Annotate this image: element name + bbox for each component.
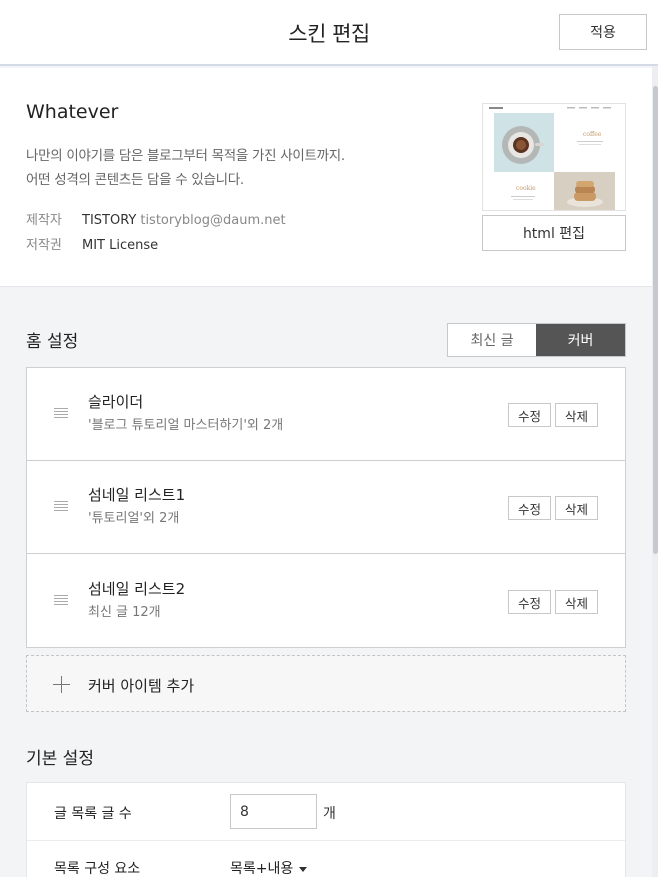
author-email: tistoryblog@daum.net <box>140 213 286 228</box>
basic-settings-panel: 글 목록 글 수 개 목록 구성 요소 목록+내용 <box>26 782 626 877</box>
tab-cover[interactable]: 커버 <box>536 324 625 356</box>
scrollbar-thumb[interactable] <box>653 86 658 554</box>
post-count-row: 글 목록 글 수 개 <box>27 783 625 840</box>
skin-thumbnail-image: coffee cookie <box>483 104 625 210</box>
basic-settings-title: 기본 설정 <box>26 749 94 769</box>
delete-button[interactable]: 삭제 <box>555 403 598 427</box>
delete-button[interactable]: 삭제 <box>555 590 598 614</box>
html-edit-button[interactable]: html 편집 <box>482 215 626 251</box>
cover-item-subtitle: 최신 글 12개 <box>88 605 161 620</box>
list-components-label: 목록 구성 요소 <box>54 861 141 877</box>
apply-button[interactable]: 적용 <box>559 14 647 50</box>
cover-item-title: 슬라이더 <box>88 393 144 411</box>
tab-recent-posts[interactable]: 최신 글 <box>448 324 536 356</box>
top-header: 스킨 편집 적용 <box>0 0 658 66</box>
cover-item-list: 슬라이더 '블로그 튜토리얼 마스터하기'외 2개 수정 삭제 섬네일 리스트1… <box>26 367 626 648</box>
cover-item-subtitle: '튜토리얼'외 2개 <box>88 511 180 526</box>
thumb-cookie-text: cookie <box>516 185 536 192</box>
author-label: 제작자 <box>26 213 62 228</box>
edit-button[interactable]: 수정 <box>508 590 551 614</box>
post-count-unit: 개 <box>323 806 336 822</box>
add-cover-item-button[interactable]: 커버 아이템 추가 <box>26 655 626 712</box>
drag-handle-icon[interactable] <box>54 595 68 606</box>
license-value: MIT License <box>82 238 159 253</box>
thumb-coffee-text: coffee <box>583 131 602 138</box>
drag-handle-icon[interactable] <box>54 408 68 419</box>
author-name: TISTORY <box>82 213 137 228</box>
add-cover-item-label: 커버 아이템 추가 <box>88 677 195 695</box>
plus-icon <box>53 676 70 693</box>
drag-handle-icon[interactable] <box>54 501 68 512</box>
cover-item-title: 섬네일 리스트1 <box>88 486 186 504</box>
license-label: 저작권 <box>26 238 62 253</box>
delete-button[interactable]: 삭제 <box>555 496 598 520</box>
list-components-value: 목록+내용 <box>230 861 294 877</box>
edit-button[interactable]: 수정 <box>508 496 551 520</box>
skin-info-panel: Whatever 나만의 이야기를 담은 블로그부터 목적을 가진 사이트까지.… <box>0 68 652 287</box>
skin-name: Whatever <box>26 101 119 123</box>
post-count-input[interactable] <box>230 794 317 829</box>
list-components-select[interactable]: 목록+내용 <box>230 858 308 877</box>
license-row: 저작권 MIT License <box>26 234 158 253</box>
author-row: 제작자 TISTORY tistoryblog@daum.net <box>26 209 286 228</box>
cover-item-subtitle: '블로그 튜토리얼 마스터하기'외 2개 <box>88 418 284 433</box>
skin-description: 나만의 이야기를 담은 블로그부터 목적을 가진 사이트까지. 어떤 성격의 콘… <box>26 144 345 192</box>
row-divider <box>27 840 625 841</box>
skin-thumbnail: coffee cookie <box>482 103 626 211</box>
home-type-toggle: 최신 글 커버 <box>447 323 626 357</box>
cover-item: 섬네일 리스트1 '튜토리얼'외 2개 수정 삭제 <box>27 461 625 554</box>
skin-desc-line2: 어떤 성격의 콘텐츠든 담을 수 있습니다. <box>26 172 244 188</box>
cover-item: 슬라이더 '블로그 튜토리얼 마스터하기'외 2개 수정 삭제 <box>27 368 625 461</box>
edit-button[interactable]: 수정 <box>508 403 551 427</box>
home-settings-title: 홈 설정 <box>26 332 79 352</box>
skin-desc-line1: 나만의 이야기를 담은 블로그부터 목적을 가진 사이트까지. <box>26 148 345 164</box>
cover-item: 섬네일 리스트2 최신 글 12개 수정 삭제 <box>27 555 625 648</box>
caret-down-icon <box>299 866 308 872</box>
post-count-label: 글 목록 글 수 <box>54 806 132 822</box>
cover-item-title: 섬네일 리스트2 <box>88 580 186 598</box>
